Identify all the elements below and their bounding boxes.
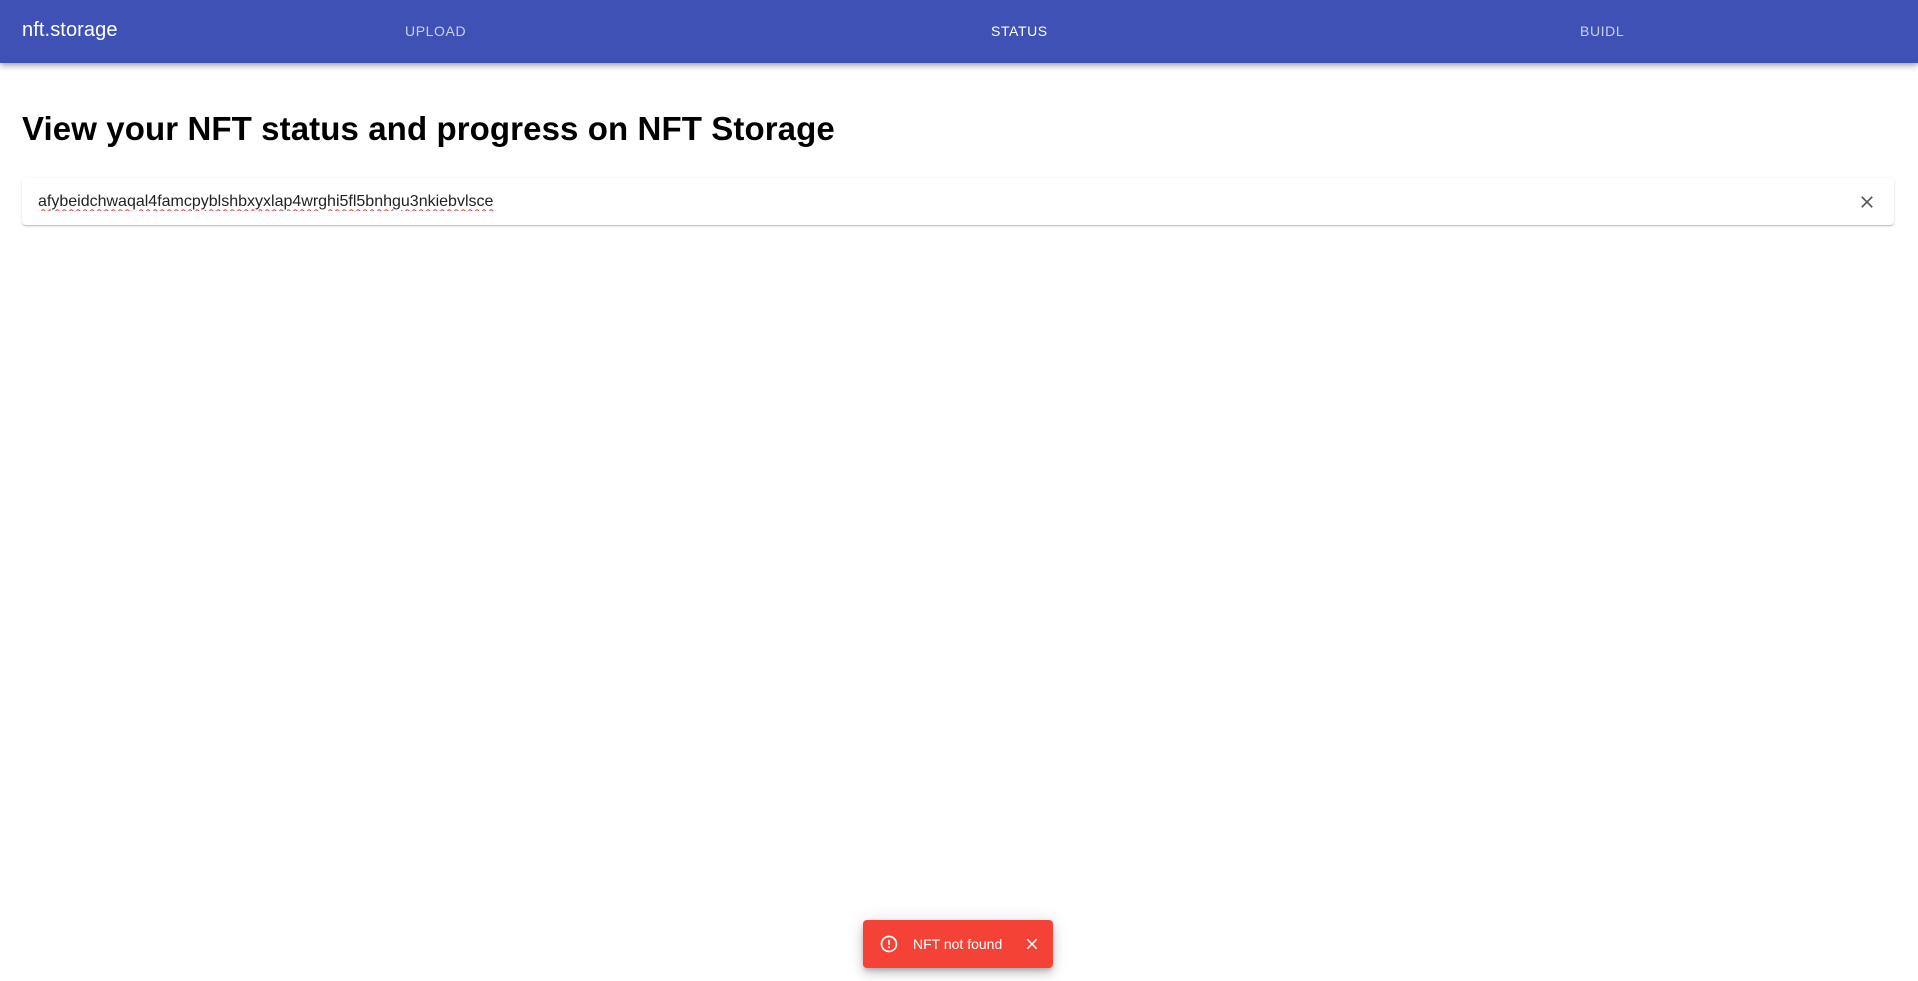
app-bar: nft.storage UPLOAD STATUS BUIDL [0, 0, 1918, 63]
clear-search-button[interactable] [1852, 187, 1882, 217]
tab-buidl[interactable]: BUIDL [1580, 0, 1624, 63]
tab-upload[interactable]: UPLOAD [405, 0, 466, 63]
snackbar-message: NFT not found [913, 936, 1003, 952]
tab-status[interactable]: STATUS [991, 0, 1048, 63]
cid-search-input[interactable] [38, 178, 1828, 225]
snackbar-close-icon[interactable] [1023, 935, 1041, 953]
close-icon [1861, 196, 1873, 208]
search-box [22, 178, 1894, 225]
error-outline-icon [880, 935, 898, 953]
page-title: View your NFT status and progress on NFT… [22, 110, 835, 147]
error-snackbar: NFT not found [863, 920, 1053, 968]
brand-logo[interactable]: nft.storage [22, 0, 118, 63]
